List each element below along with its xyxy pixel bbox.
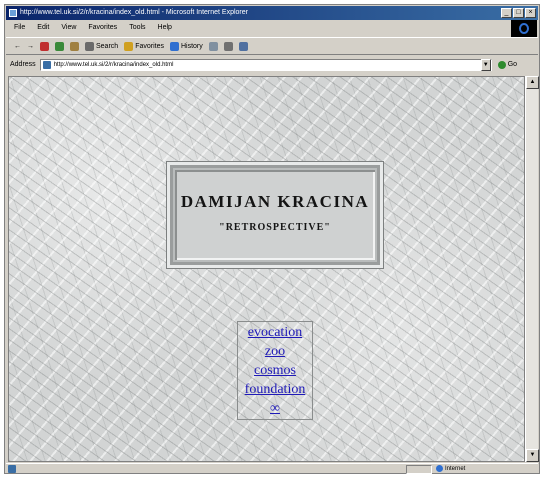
stop-icon bbox=[40, 41, 49, 51]
forward-button[interactable]: → bbox=[27, 43, 34, 50]
menu-favorites[interactable]: Favorites bbox=[88, 21, 117, 35]
status-panel bbox=[406, 465, 432, 474]
page-icon bbox=[42, 60, 51, 69]
minimize-button[interactable]: _ bbox=[501, 8, 512, 18]
address-dropdown-icon[interactable]: ▼ bbox=[480, 58, 491, 71]
ie-page-icon bbox=[9, 9, 17, 17]
link-infinity[interactable]: ∞ bbox=[238, 399, 312, 418]
favorites-label: Favorites bbox=[135, 42, 164, 50]
back-button[interactable]: ← bbox=[14, 43, 21, 50]
scroll-down-icon[interactable]: ▼ bbox=[526, 449, 539, 462]
go-label: Go bbox=[507, 61, 518, 68]
search-label: Search bbox=[96, 42, 119, 50]
address-label: Address bbox=[10, 61, 36, 68]
globe-icon bbox=[436, 465, 443, 472]
address-bar: Address http://www.tel.uk.si/2/r/kracina… bbox=[6, 56, 538, 73]
mail-icon bbox=[208, 41, 218, 51]
edit-icon bbox=[238, 41, 248, 51]
security-zone: Internet bbox=[436, 465, 465, 472]
home-icon bbox=[70, 41, 79, 51]
link-cosmos[interactable]: cosmos bbox=[238, 361, 312, 380]
link-zoo[interactable]: zoo bbox=[238, 342, 312, 361]
browser-window: http://www.tel.uk.si/2/r/kracina/index_o… bbox=[4, 4, 540, 474]
menu-edit[interactable]: Edit bbox=[37, 21, 49, 35]
back-arrow-icon: ← bbox=[14, 42, 21, 50]
print-button[interactable] bbox=[223, 41, 233, 51]
vertical-scrollbar[interactable]: ▲ ▼ bbox=[525, 76, 539, 462]
page-viewport: DAMIJAN KRACINA "RETROSPECTIVE" evocatio… bbox=[8, 76, 525, 462]
stop-button[interactable] bbox=[40, 41, 49, 51]
status-bar: Internet bbox=[6, 463, 538, 474]
nav-links: evocation zoo cosmos foundation ∞ bbox=[237, 321, 313, 420]
go-button[interactable]: Go bbox=[497, 60, 518, 69]
edit-button[interactable] bbox=[238, 41, 248, 51]
history-label: History bbox=[180, 42, 203, 50]
menu-help[interactable]: Help bbox=[158, 21, 172, 35]
menu-view[interactable]: View bbox=[61, 21, 76, 35]
home-button[interactable] bbox=[70, 41, 79, 51]
zone-label: Internet bbox=[445, 465, 466, 472]
refresh-icon bbox=[55, 41, 64, 51]
menu-file[interactable]: File bbox=[14, 21, 25, 35]
forward-arrow-icon: → bbox=[27, 42, 34, 50]
menu-tools[interactable]: Tools bbox=[129, 21, 145, 35]
window-title: http://www.tel.uk.si/2/r/kracina/index_o… bbox=[20, 9, 248, 16]
link-evocation[interactable]: evocation bbox=[238, 323, 312, 342]
artist-name: DAMIJAN KRACINA bbox=[180, 192, 370, 211]
title-plaque: DAMIJAN KRACINA "RETROSPECTIVE" bbox=[167, 162, 383, 268]
ie-logo-icon bbox=[511, 20, 537, 38]
title-bar: http://www.tel.uk.si/2/r/kracina/index_o… bbox=[6, 6, 538, 20]
go-arrow-icon bbox=[497, 60, 506, 69]
history-icon bbox=[169, 41, 179, 51]
retrospective-subtitle: "RETROSPECTIVE" bbox=[219, 222, 331, 233]
mail-button[interactable] bbox=[208, 41, 218, 51]
address-input[interactable]: http://www.tel.uk.si/2/r/kracina/index_o… bbox=[39, 58, 492, 71]
print-icon bbox=[223, 41, 233, 51]
search-button[interactable]: Search bbox=[85, 41, 119, 51]
close-button[interactable]: × bbox=[525, 8, 536, 18]
refresh-button[interactable] bbox=[55, 41, 64, 51]
scroll-up-icon[interactable]: ▲ bbox=[526, 76, 539, 89]
maximize-button[interactable]: □ bbox=[513, 8, 524, 18]
link-foundation[interactable]: foundation bbox=[238, 380, 312, 399]
search-icon bbox=[85, 41, 94, 51]
history-button[interactable]: History bbox=[169, 41, 203, 51]
favorites-icon bbox=[124, 41, 134, 51]
address-url: http://www.tel.uk.si/2/r/kracina/index_o… bbox=[53, 61, 174, 68]
favorites-button[interactable]: Favorites bbox=[124, 41, 164, 51]
menu-bar: File Edit View Favorites Tools Help bbox=[6, 21, 538, 35]
toolbar: ← → Search Favorites History bbox=[6, 37, 538, 55]
status-page-icon bbox=[8, 465, 16, 473]
